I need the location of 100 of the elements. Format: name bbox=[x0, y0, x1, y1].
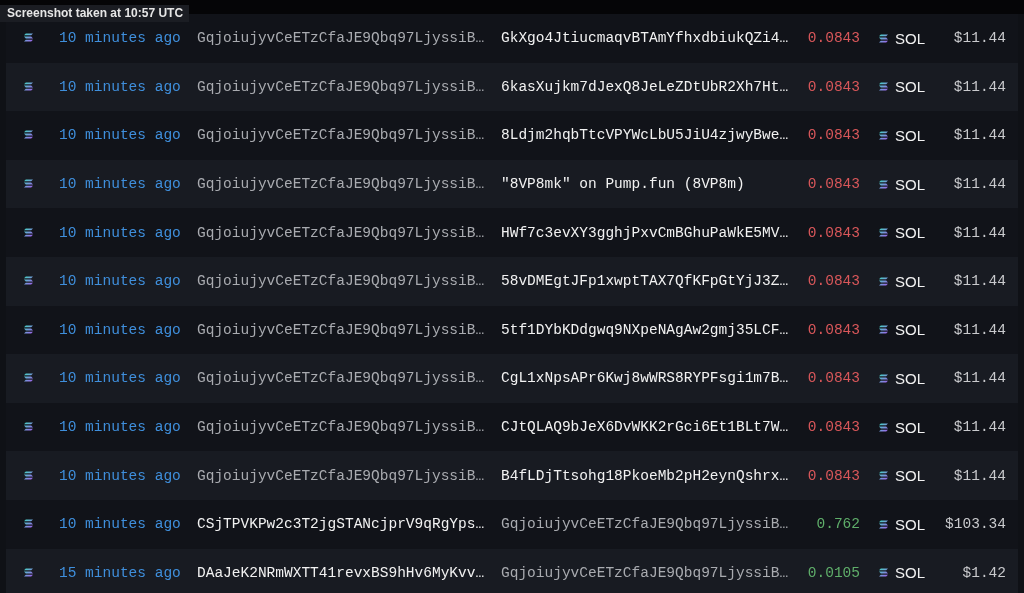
from-address[interactable]: CSjTPVKPw2c3T2jgSTANcjprV9qRgYps… bbox=[197, 516, 501, 533]
token-symbol: SOL bbox=[895, 515, 926, 533]
amount: 0.0843 bbox=[806, 176, 860, 193]
chain-icon bbox=[24, 422, 33, 432]
from-address[interactable]: GqjoiujyvCeETzCfaJE9Qbq97LjyssiB… bbox=[197, 419, 501, 436]
from-address[interactable]: DAaJeK2NRmWXTT41revxBS9hHv6MyKvv… bbox=[197, 564, 501, 581]
to-address[interactable]: GkXgo4JtiucmaqvBTAmYfhxdbiukQZi4… bbox=[501, 30, 791, 47]
to-address[interactable]: 6kasXujkm7dJexQ8JeLeZDtUbR2Xh7Ht… bbox=[501, 78, 791, 95]
from-address[interactable]: GqjoiujyvCeETzCfaJE9Qbq97LjyssiB… bbox=[197, 78, 501, 95]
token-icon bbox=[879, 422, 888, 432]
chain-icon bbox=[24, 130, 33, 140]
chain-icon bbox=[24, 519, 33, 529]
chain-icon bbox=[24, 324, 33, 334]
token-symbol: SOL bbox=[895, 418, 926, 436]
to-address[interactable]: GqjoiujyvCeETzCfaJE9Qbq97LjyssiB… bbox=[501, 516, 791, 533]
amount: 0.0843 bbox=[806, 321, 860, 338]
token-icon bbox=[879, 131, 888, 140]
chain-icon bbox=[24, 276, 33, 286]
time-link[interactable]: 10 minutes ago bbox=[59, 467, 197, 484]
usd-value: $11.44 bbox=[952, 370, 1006, 387]
token-icon bbox=[879, 276, 888, 286]
token-symbol: SOL bbox=[895, 467, 926, 485]
chain-icon bbox=[24, 81, 33, 91]
chain-icon bbox=[24, 373, 33, 383]
time-link[interactable]: 10 minutes ago bbox=[59, 516, 197, 533]
token-symbol: SOL bbox=[895, 369, 926, 387]
from-address[interactable]: GqjoiujyvCeETzCfaJE9Qbq97LjyssiB… bbox=[197, 176, 501, 193]
transaction-row[interactable]: 10 minutes ago GqjoiujyvCeETzCfaJE9Qbq97LjyssiB… CgL1xNpsAPr6Kwj8wWRS8RYPFsgi1m7B… 0.0843 SOL $11.44 bbox=[6, 354, 1018, 403]
token-icon bbox=[879, 568, 888, 578]
usd-value: $11.44 bbox=[952, 419, 1006, 436]
transaction-row[interactable]: 10 minutes ago GqjoiujyvCeETzCfaJE9Qbq97LjyssiB… B4fLDjTtsohg18PkoeMb2pH2eynQshrx… 0.0843 SOL $11.44 bbox=[6, 451, 1018, 500]
to-address[interactable]: CJtQLAQ9bJeX6DvWKK2rGci6Et1BLt7W… bbox=[501, 419, 791, 436]
usd-value: $11.44 bbox=[952, 78, 1006, 95]
usd-value: $11.44 bbox=[952, 176, 1006, 193]
usd-value: $11.44 bbox=[952, 224, 1006, 241]
token-symbol: SOL bbox=[895, 175, 926, 193]
to-address[interactable]: 58vDMEgtJFp1xwptTAX7QfKFpGtYjJ3Z… bbox=[501, 273, 791, 290]
time-link[interactable]: 10 minutes ago bbox=[59, 176, 197, 193]
time-link[interactable]: 10 minutes ago bbox=[59, 224, 197, 241]
transaction-row[interactable]: 15 minutes ago DAaJeK2NRmWXTT41revxBS9hHv6MyKvv… GqjoiujyvCeETzCfaJE9Qbq97LjyssiB… 0.0105 SOL $1.42 bbox=[6, 548, 1018, 593]
chain-icon bbox=[24, 33, 33, 43]
to-address[interactable]: CgL1xNpsAPr6Kwj8wWRS8RYPFsgi1m7B… bbox=[501, 370, 791, 387]
to-address[interactable]: B4fLDjTtsohg18PkoeMb2pH2eynQshrx… bbox=[501, 467, 791, 484]
from-address[interactable]: GqjoiujyvCeETzCfaJE9Qbq97LjyssiB… bbox=[197, 370, 501, 387]
token-symbol: SOL bbox=[895, 224, 926, 242]
token-icon bbox=[879, 179, 888, 189]
usd-value: $11.44 bbox=[952, 467, 1006, 484]
transaction-row[interactable]: 10 minutes ago GqjoiujyvCeETzCfaJE9Qbq97LjyssiB… 58vDMEgtJFp1xwptTAX7QfKFpGtYjJ3Z… 0.0843 SOL $11.44 bbox=[6, 256, 1018, 306]
token-icon bbox=[879, 325, 888, 335]
token-symbol: SOL bbox=[895, 321, 926, 339]
usd-value: $11.44 bbox=[952, 273, 1006, 290]
from-address[interactable]: GqjoiujyvCeETzCfaJE9Qbq97LjyssiB… bbox=[197, 127, 501, 144]
time-link[interactable]: 15 minutes ago bbox=[59, 564, 197, 581]
to-address[interactable]: GqjoiujyvCeETzCfaJE9Qbq97LjyssiB… bbox=[501, 564, 791, 581]
usd-value: $1.42 bbox=[961, 564, 1006, 581]
transaction-row[interactable]: 10 minutes ago GqjoiujyvCeETzCfaJE9Qbq97LjyssiB… 6kasXujkm7dJexQ8JeLeZDtUbR2Xh7Ht… 0.0843 SOL $11.44 bbox=[6, 62, 1018, 112]
token-symbol: SOL bbox=[895, 127, 926, 144]
token-icon bbox=[879, 373, 888, 383]
usd-value: $11.44 bbox=[952, 127, 1006, 144]
amount: 0.0843 bbox=[806, 419, 860, 436]
token-symbol: SOL bbox=[895, 564, 926, 582]
token-icon bbox=[879, 33, 888, 43]
usd-value: $11.44 bbox=[952, 321, 1006, 338]
amount: 0.0843 bbox=[806, 370, 860, 387]
amount: 0.0105 bbox=[806, 564, 860, 581]
screenshot-caption: Screenshot taken at 10:57 UTC bbox=[0, 5, 190, 22]
to-address[interactable]: 8Ldjm2hqbTtcVPYWcLbU5JiU4zjwyBwe… bbox=[501, 127, 791, 144]
from-address[interactable]: GqjoiujyvCeETzCfaJE9Qbq97LjyssiB… bbox=[197, 467, 501, 484]
time-link[interactable]: 10 minutes ago bbox=[59, 370, 197, 387]
to-address[interactable]: HWf7c3evXY3gghjPxvCmBGhuPaWkE5MV… bbox=[501, 224, 791, 241]
chain-icon bbox=[24, 567, 33, 577]
token-icon bbox=[879, 82, 888, 92]
amount: 0.0843 bbox=[806, 78, 860, 95]
amount: 0.0843 bbox=[806, 467, 860, 484]
amount: 0.0843 bbox=[806, 224, 860, 241]
from-address[interactable]: GqjoiujyvCeETzCfaJE9Qbq97LjyssiB… bbox=[197, 30, 501, 47]
time-link[interactable]: 10 minutes ago bbox=[59, 273, 197, 290]
token-symbol: SOL bbox=[895, 78, 926, 96]
from-address[interactable]: GqjoiujyvCeETzCfaJE9Qbq97LjyssiB… bbox=[197, 224, 501, 241]
time-link[interactable]: 10 minutes ago bbox=[59, 30, 197, 47]
time-link[interactable]: 10 minutes ago bbox=[59, 78, 197, 95]
amount: 0.0843 bbox=[806, 127, 860, 144]
usd-value: $11.44 bbox=[952, 30, 1006, 47]
from-address[interactable]: GqjoiujyvCeETzCfaJE9Qbq97LjyssiB… bbox=[197, 321, 501, 338]
to-address[interactable]: 5tf1DYbKDdgwq9NXpeNAgAw2gmj35LCF… bbox=[501, 321, 791, 338]
to-address[interactable]: "8VP8mk" on Pump.fun (8VP8m) bbox=[501, 176, 791, 193]
amount: 0.0843 bbox=[806, 273, 860, 290]
amount: 0.762 bbox=[815, 516, 860, 533]
token-symbol: SOL bbox=[895, 29, 926, 47]
time-link[interactable]: 10 minutes ago bbox=[59, 321, 197, 338]
time-link[interactable]: 10 minutes ago bbox=[59, 419, 197, 436]
token-icon bbox=[879, 228, 888, 238]
usd-value: $103.34 bbox=[944, 516, 1006, 533]
from-address[interactable]: GqjoiujyvCeETzCfaJE9Qbq97LjyssiB… bbox=[197, 273, 501, 290]
chain-icon bbox=[24, 227, 33, 237]
amount: 0.0843 bbox=[806, 30, 860, 47]
chain-icon bbox=[24, 179, 33, 189]
token-symbol: SOL bbox=[895, 272, 926, 290]
transaction-row[interactable]: 10 minutes ago GqjoiujyvCeETzCfaJE9Qbq97LjyssiB… "8VP8mk" on Pump.fun (8VP8m) 0.0843 SOL $11.44 bbox=[6, 159, 1018, 209]
time-link[interactable]: 10 minutes ago bbox=[59, 127, 197, 144]
